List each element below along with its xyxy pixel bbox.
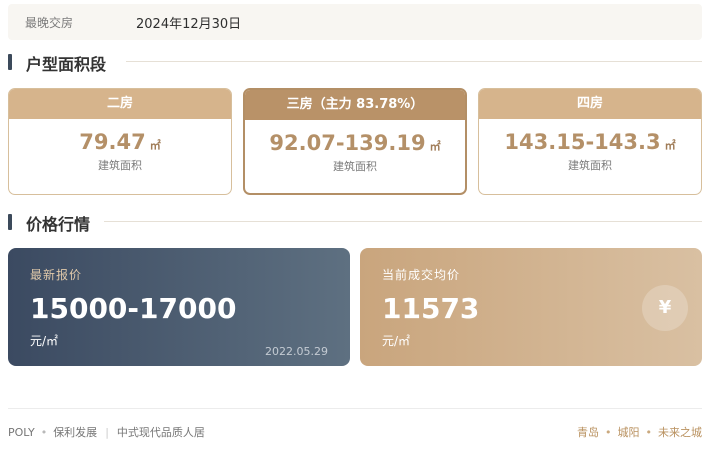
unit-area-value: 79.47 bbox=[79, 130, 146, 154]
section-accent-bar bbox=[8, 54, 12, 70]
city-name: 青岛 bbox=[577, 426, 599, 439]
section-divider bbox=[104, 221, 702, 222]
district-name: 城阳 bbox=[617, 426, 640, 439]
average-price-card[interactable]: 当前成交均价 11573 元/㎡ ¥ bbox=[360, 248, 702, 366]
unit-area-unit: ㎡ bbox=[664, 139, 676, 152]
company-name: 保利发展 bbox=[53, 426, 98, 439]
dot-separator: • bbox=[645, 426, 653, 439]
latest-price-unit: 元/㎡ bbox=[30, 334, 59, 348]
tagline: 未来之城 bbox=[658, 426, 702, 439]
brand-name: POLY bbox=[8, 426, 35, 439]
footer-brand-line: POLY • 保利发展 | 中式现代品质人居 bbox=[8, 424, 205, 440]
slogan: 中式现代品质人居 bbox=[116, 426, 205, 439]
unit-card-three-room[interactable]: 三房（主力 83.78%） 92.07-139.19 ㎡ 建筑面积 bbox=[243, 88, 467, 195]
unit-name: 三房（主力 83.78%） bbox=[245, 90, 465, 120]
unit-area-value: 143.15-143.3 bbox=[504, 130, 661, 154]
dot-separator: • bbox=[40, 426, 48, 439]
delivery-date: 2024年12月30日 bbox=[136, 17, 242, 32]
footer-location-line: 青岛 • 城阳 • 未来之城 bbox=[577, 424, 702, 440]
delivery-info-row: 最晚交房 2024年12月30日 bbox=[8, 4, 702, 40]
unit-name: 四房 bbox=[479, 89, 701, 119]
unit-area-unit: ㎡ bbox=[429, 140, 441, 153]
unit-name: 二房 bbox=[9, 89, 231, 119]
average-price-unit: 元/㎡ bbox=[382, 334, 411, 348]
unit-area-unit: ㎡ bbox=[149, 139, 161, 152]
unit-card-four-room[interactable]: 四房 143.15-143.3 ㎡ 建筑面积 bbox=[478, 88, 702, 195]
delivery-label: 最晚交房 bbox=[25, 16, 74, 30]
unit-card-two-room[interactable]: 二房 79.47 ㎡ 建筑面积 bbox=[8, 88, 232, 195]
price-section-header: 价格行情 bbox=[8, 211, 702, 234]
units-section-title: 户型面积段 bbox=[26, 55, 107, 74]
unit-area-value: 92.07-139.19 bbox=[269, 131, 426, 155]
units-section-header: 户型面积段 bbox=[8, 51, 702, 74]
price-section-title: 价格行情 bbox=[26, 215, 91, 234]
unit-area-caption: 建筑面积 bbox=[98, 159, 142, 172]
unit-area: 143.15-143.3 ㎡ bbox=[479, 130, 701, 154]
section-accent-bar bbox=[8, 214, 12, 230]
unit-area-caption: 建筑面积 bbox=[568, 159, 612, 172]
footer-divider bbox=[8, 408, 702, 409]
latest-price-date: 2022.05.29 bbox=[265, 345, 328, 358]
pipe-separator: | bbox=[105, 426, 109, 439]
page: 最晚交房 2024年12月30日 户型面积段 二房 79.47 ㎡ 建筑面积 三房… bbox=[0, 0, 712, 454]
dot-separator: • bbox=[605, 426, 612, 439]
latest-price-value: 15000-17000 bbox=[30, 292, 237, 325]
unit-area-caption: 建筑面积 bbox=[333, 160, 377, 173]
average-price-label: 当前成交均价 bbox=[382, 268, 461, 282]
unit-area: 79.47 ㎡ bbox=[9, 130, 231, 154]
average-price-value: 11573 bbox=[382, 292, 480, 325]
latest-price-card[interactable]: 最新报价 15000-17000 元/㎡ 2022.05.29 bbox=[8, 248, 350, 366]
yen-icon: ¥ bbox=[642, 285, 688, 331]
section-divider bbox=[126, 61, 702, 62]
latest-price-label: 最新报价 bbox=[30, 268, 83, 282]
unit-area: 92.07-139.19 ㎡ bbox=[245, 131, 465, 155]
